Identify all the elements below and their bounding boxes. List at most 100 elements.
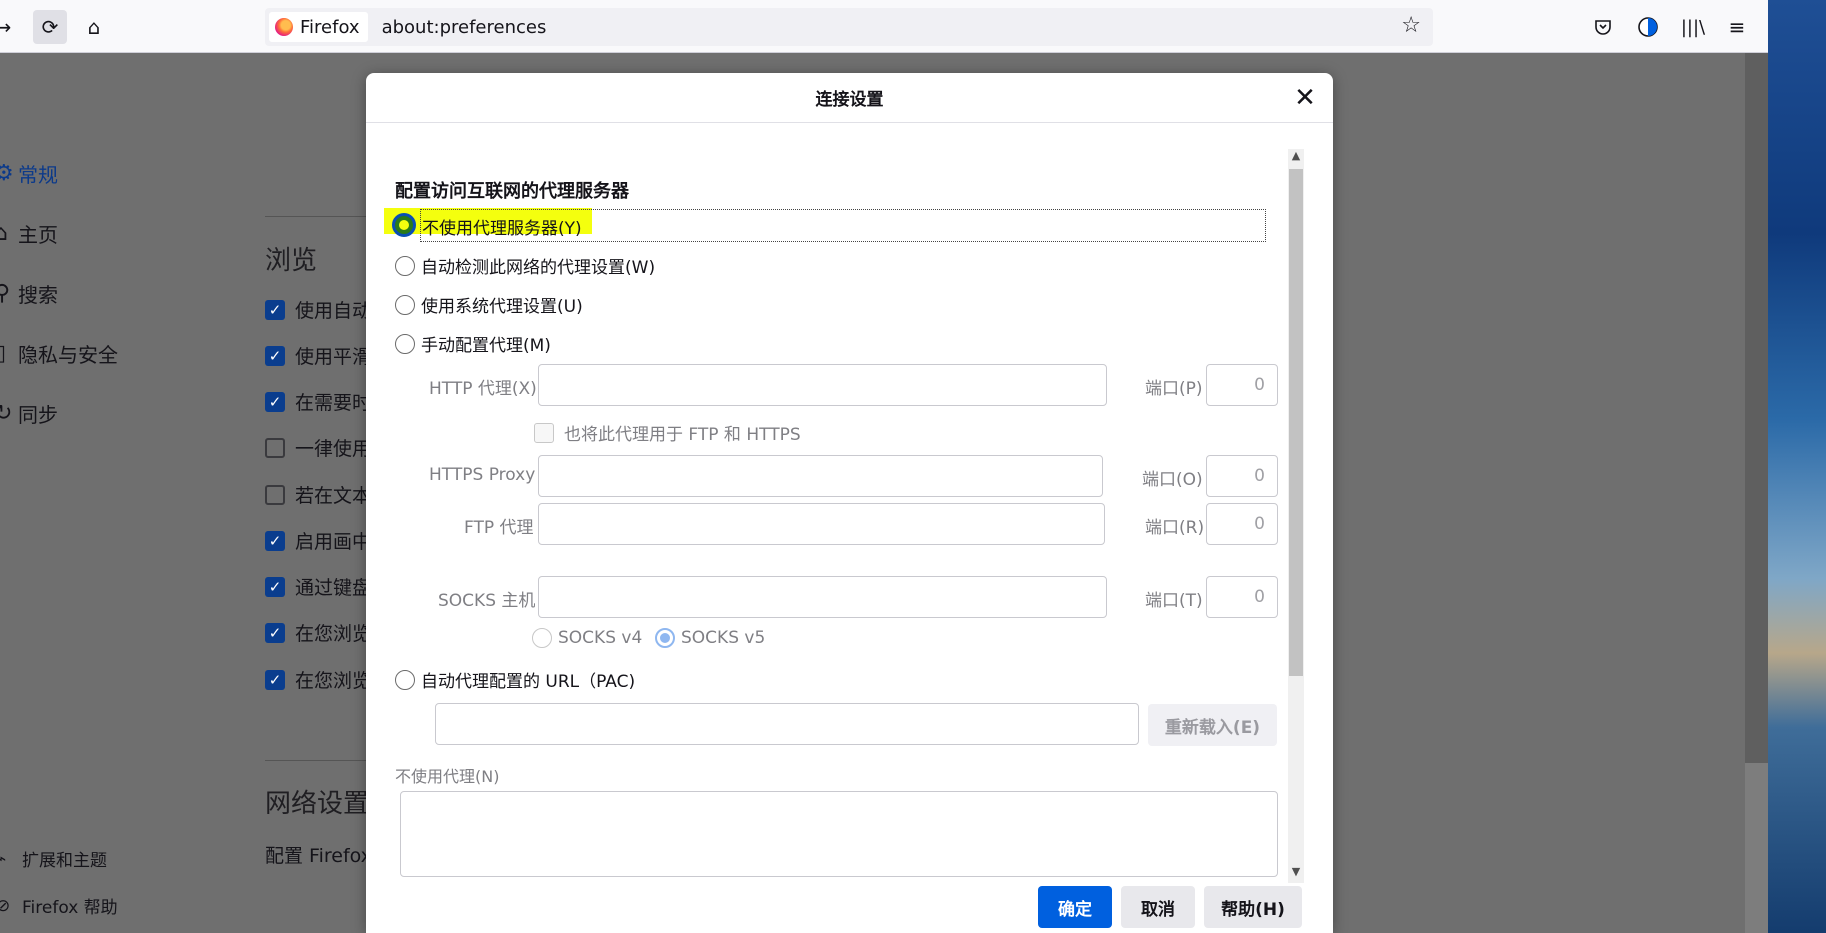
radio[interactable] xyxy=(395,294,415,315)
radio-disabled-selected[interactable] xyxy=(655,628,675,648)
sidebar-item-help[interactable]: ⊘ Firefox 帮助 xyxy=(0,893,118,919)
home-icon[interactable]: ⌂ xyxy=(77,10,111,44)
identity-label: Firefox xyxy=(300,16,360,38)
url-bar[interactable]: Firefox about:preferences ☆ xyxy=(265,8,1433,46)
search-icon: ⚲ xyxy=(0,281,11,306)
pref-checkbox-row[interactable]: 若在文本 xyxy=(265,481,371,508)
http-port-input[interactable]: 0 xyxy=(1206,364,1278,406)
pref-checkbox-row[interactable]: 一律使用 xyxy=(265,434,371,461)
pref-checkbox-row[interactable]: ✓ 使用自动 xyxy=(265,296,371,323)
radio[interactable] xyxy=(395,669,415,690)
url-text[interactable]: about:preferences xyxy=(382,17,547,38)
star-icon[interactable]: ☆ xyxy=(1401,13,1421,38)
pref-label: 使用自动 xyxy=(295,300,372,322)
ok-button[interactable]: 确定 xyxy=(1038,886,1112,928)
checkbox-checked[interactable]: ✓ xyxy=(265,299,285,320)
ftp-port-label: 端口(R) xyxy=(1145,518,1205,538)
pref-checkbox-row[interactable]: ✓ 在需要时 xyxy=(265,388,371,415)
section-title: 配置访问互联网的代理服务器 xyxy=(395,181,629,202)
gear-icon: ⚙ xyxy=(0,161,14,186)
contrast-icon[interactable] xyxy=(1631,10,1665,44)
pocket-icon[interactable] xyxy=(1586,10,1620,44)
scroll-down-icon[interactable]: ▼ xyxy=(1288,865,1304,883)
scrollbar-thumb[interactable] xyxy=(1745,763,1768,933)
checkbox-checked[interactable]: ✓ xyxy=(265,669,285,690)
no-proxy-for-textarea[interactable] xyxy=(400,791,1278,877)
ftp-port-input[interactable]: 0 xyxy=(1206,503,1278,545)
radio-disabled[interactable] xyxy=(532,628,552,648)
also-use-proxy-checkbox[interactable]: 也将此代理用于 FTP 和 HTTPS xyxy=(534,420,801,445)
https-proxy-input[interactable] xyxy=(538,455,1103,497)
option-label: 使用系统代理设置(U) xyxy=(421,297,583,317)
socks-v5-option[interactable]: SOCKS v5 xyxy=(655,628,765,648)
back-arrow-icon[interactable]: → xyxy=(0,10,20,44)
option-no-proxy[interactable]: 不使用代理服务器(Y) xyxy=(422,214,582,239)
pac-url-input[interactable] xyxy=(435,703,1139,745)
sidebar-item-general[interactable]: ⚙ 常规 xyxy=(0,159,58,188)
connection-settings-dialog: 连接设置 ✕ ▲ ▼ 配置访问互联网的代理服务器 不使用代理服务器(Y) 自动检… xyxy=(366,73,1333,933)
sidebar-item-sync[interactable]: ↻ 同步 xyxy=(0,399,58,428)
network-heading: 网络设置 xyxy=(265,789,370,819)
radio[interactable] xyxy=(395,255,415,276)
socks-v4-option[interactable]: SOCKS v4 xyxy=(532,628,642,648)
option-system-proxy[interactable]: 使用系统代理设置(U) xyxy=(395,292,583,317)
sidebar-item-addons[interactable]: ⌁ 扩展和主题 xyxy=(0,846,107,872)
home-icon: ⌂ xyxy=(0,221,8,246)
option-label: SOCKS v4 xyxy=(558,628,643,648)
radio-selected[interactable] xyxy=(392,213,416,237)
pref-checkbox-row[interactable]: ✓ 使用平滑 xyxy=(265,342,371,369)
checkbox-checked[interactable]: ✓ xyxy=(265,576,285,597)
pref-checkbox-row[interactable]: ✓ 在您浏览 xyxy=(265,619,371,646)
reload-button[interactable]: 重新载入(E) xyxy=(1148,704,1277,746)
pref-checkbox-row[interactable]: ✓ 在您浏览 xyxy=(265,666,371,693)
sidebar-item-label: 主页 xyxy=(18,223,58,247)
sidebar-item-home[interactable]: ⌂ 主页 xyxy=(0,219,58,248)
checkbox-checked[interactable]: ✓ xyxy=(265,622,285,643)
pref-checkbox-row[interactable]: ✓ 启用画中 xyxy=(265,527,371,554)
help-button[interactable]: 帮助(H) xyxy=(1204,886,1302,928)
socks-port-input[interactable]: 0 xyxy=(1206,576,1278,618)
radio[interactable] xyxy=(395,333,415,354)
identity-box[interactable]: Firefox xyxy=(269,12,368,42)
page-scrollbar[interactable] xyxy=(1745,53,1768,933)
option-label: 不使用代理服务器(Y) xyxy=(422,219,582,239)
sidebar-item-label: 常规 xyxy=(18,163,58,187)
close-icon[interactable]: ✕ xyxy=(1289,82,1321,114)
ftp-proxy-label: FTP 代理 xyxy=(464,518,534,538)
socks-port-label: 端口(T) xyxy=(1145,591,1203,611)
socks-host-input[interactable] xyxy=(538,576,1107,618)
menu-icon[interactable]: ≡ xyxy=(1720,10,1754,44)
pref-label: 一律使用 xyxy=(295,438,372,460)
http-proxy-input[interactable] xyxy=(538,364,1107,406)
firefox-logo-icon xyxy=(275,18,293,36)
network-description: 配置 Firefox xyxy=(265,845,372,867)
sidebar-item-privacy[interactable]: ▯ 隐私与安全 xyxy=(0,339,118,368)
reload-icon[interactable]: ⟳ xyxy=(33,10,67,44)
pref-label: 若在文本 xyxy=(295,485,372,507)
cancel-button[interactable]: 取消 xyxy=(1121,886,1195,928)
dialog-scrollbar[interactable]: ▲ ▼ xyxy=(1288,149,1304,883)
checkbox-checked[interactable]: ✓ xyxy=(265,391,285,412)
library-icon[interactable]: |||\ xyxy=(1676,10,1710,44)
browsing-heading: 浏览 xyxy=(265,246,318,276)
pref-label: 在需要时 xyxy=(295,392,372,414)
option-manual-proxy[interactable]: 手动配置代理(M) xyxy=(395,331,551,356)
checkbox-checked[interactable]: ✓ xyxy=(265,345,285,366)
checkbox-unchecked[interactable] xyxy=(265,484,285,505)
browser-toolbar: → ⟳ ⌂ Firefox about:preferences ☆ |||\ ≡ xyxy=(0,0,1768,53)
option-pac-url[interactable]: 自动代理配置的 URL（PAC) xyxy=(395,667,635,692)
scroll-up-icon[interactable]: ▲ xyxy=(1288,149,1304,167)
http-port-label: 端口(P) xyxy=(1145,379,1203,399)
pref-label: 启用画中 xyxy=(295,531,372,553)
scrollbar-thumb[interactable] xyxy=(1289,169,1303,676)
desktop-background xyxy=(1768,0,1826,933)
socks-host-label: SOCKS 主机 xyxy=(438,591,536,611)
sidebar-item-search[interactable]: ⚲ 搜索 xyxy=(0,279,58,308)
checkbox-disabled[interactable] xyxy=(534,422,554,443)
checkbox-unchecked[interactable] xyxy=(265,437,285,458)
ftp-proxy-input[interactable] xyxy=(538,503,1105,545)
checkbox-checked[interactable]: ✓ xyxy=(265,530,285,551)
https-port-input[interactable]: 0 xyxy=(1206,455,1278,497)
option-auto-detect[interactable]: 自动检测此网络的代理设置(W) xyxy=(395,253,655,278)
pref-checkbox-row[interactable]: ✓ 通过键盘 xyxy=(265,573,371,600)
